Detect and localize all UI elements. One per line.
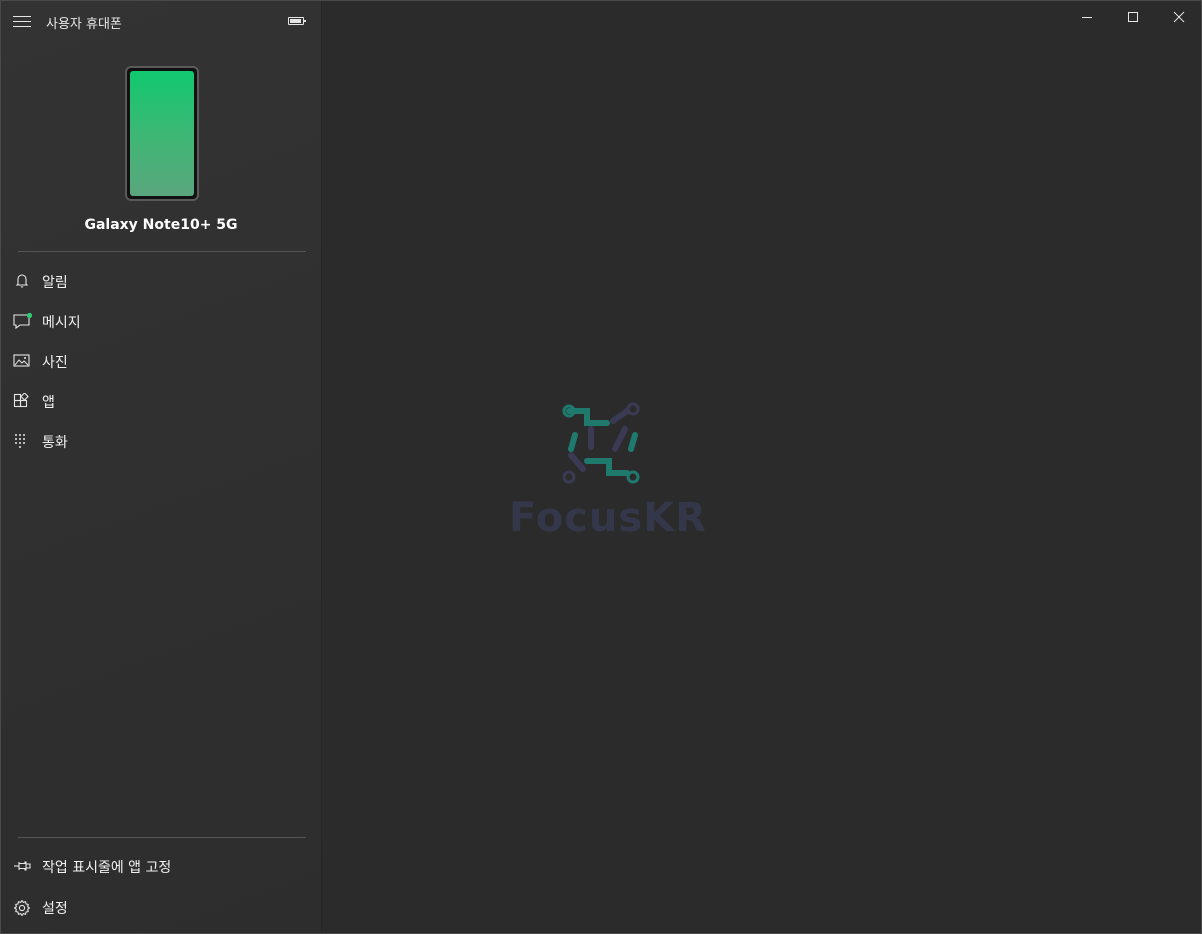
pin-icon — [13, 858, 31, 874]
dialpad-icon — [13, 433, 31, 449]
app-window: 사용자 휴대폰 Galaxy Note10+ 5G 알림 메시지 사진 앱 통화… — [0, 0, 1202, 934]
nav-item-settings[interactable]: 설정 — [1, 887, 321, 927]
maximize-icon — [1128, 12, 1138, 22]
maximize-button[interactable] — [1110, 1, 1156, 33]
divider — [18, 251, 306, 252]
nav-item-photos[interactable]: 사진 — [1, 341, 321, 381]
battery-fill — [290, 19, 301, 23]
nav-label: 통화 — [42, 435, 68, 451]
watermark-logo-icon — [562, 402, 640, 484]
watermark-text: FocusKR — [509, 495, 707, 541]
battery-icon — [288, 17, 306, 25]
phone-image — [125, 66, 199, 201]
nav-item-notifications[interactable]: 알림 — [1, 261, 321, 301]
nav-label: 메시지 — [42, 315, 81, 331]
title-bar: 사용자 휴대폰 — [1, 1, 321, 43]
nav-label: 앱 — [42, 395, 55, 411]
divider — [18, 837, 306, 838]
close-button[interactable] — [1156, 1, 1201, 33]
hamburger-line — [13, 21, 31, 22]
nav-label: 작업 표시줄에 앱 고정 — [42, 860, 172, 876]
nav-label: 알림 — [42, 275, 68, 291]
minimize-icon — [1082, 17, 1092, 18]
sidebar: 사용자 휴대폰 Galaxy Note10+ 5G 알림 메시지 사진 앱 통화… — [1, 1, 322, 933]
close-icon — [1173, 11, 1185, 23]
app-title: 사용자 휴대폰 — [46, 17, 122, 32]
hamburger-line — [13, 16, 31, 17]
nav-item-apps[interactable]: 앱 — [1, 381, 321, 421]
phone-screen — [130, 71, 194, 196]
hamburger-menu-button[interactable] — [13, 16, 31, 28]
nav-item-calls[interactable]: 통화 — [1, 421, 321, 461]
minimize-button[interactable] — [1064, 1, 1110, 33]
photo-icon — [13, 353, 31, 369]
watermark-logo: FocusKR — [509, 399, 707, 541]
device-name: Galaxy Note10+ 5G — [84, 217, 238, 233]
nav-item-pin-taskbar[interactable]: 작업 표시줄에 앱 고정 — [1, 846, 321, 886]
nav-label: 설정 — [42, 901, 68, 917]
bell-icon — [13, 273, 31, 289]
hamburger-line — [13, 26, 31, 27]
nav-item-messages[interactable]: 메시지 — [1, 301, 321, 341]
nav-label: 사진 — [42, 355, 68, 371]
gear-icon — [13, 899, 31, 917]
message-icon — [13, 312, 33, 330]
apps-icon — [13, 392, 31, 409]
